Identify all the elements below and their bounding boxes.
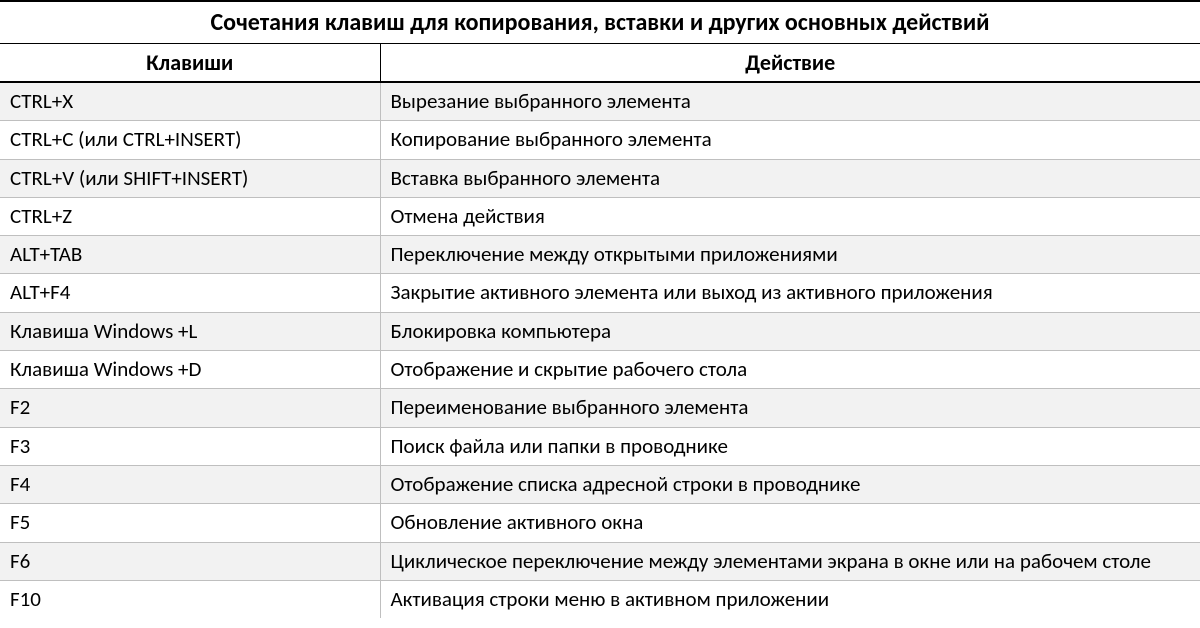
table-row: F2 Переименование выбранного элемента [0, 389, 1200, 427]
cell-action: Отмена действия [380, 197, 1200, 235]
cell-action: Отображение списка адресной строки в про… [380, 465, 1200, 503]
table-row: F6 Циклическое переключение между элемен… [0, 542, 1200, 580]
cell-action: Вставка выбранного элемента [380, 159, 1200, 197]
table-row: CTRL+X Вырезание выбранного элемента [0, 82, 1200, 121]
table-row: ALT+TAB Переключение между открытыми при… [0, 236, 1200, 274]
table-title: Сочетания клавиш для копирования, вставк… [0, 1, 1200, 44]
cell-keys: CTRL+C (или CTRL+INSERT) [0, 121, 380, 159]
cell-action: Отображение и скрытие рабочего стола [380, 351, 1200, 389]
table-row: Клавиша Windows +L Блокировка компьютера [0, 312, 1200, 350]
cell-keys: ALT+TAB [0, 236, 380, 274]
cell-keys: CTRL+Z [0, 197, 380, 235]
cell-action: Обновление активного окна [380, 504, 1200, 542]
cell-keys: F2 [0, 389, 380, 427]
cell-action: Поиск файла или папки в проводнике [380, 427, 1200, 465]
cell-action: Закрытие активного элемента или выход из… [380, 274, 1200, 312]
column-header-keys: Клавиши [0, 44, 380, 83]
table-row: ALT+F4 Закрытие активного элемента или в… [0, 274, 1200, 312]
cell-keys: F4 [0, 465, 380, 503]
table-row: CTRL+Z Отмена действия [0, 197, 1200, 235]
cell-action: Блокировка компьютера [380, 312, 1200, 350]
cell-action: Циклическое переключение между элементам… [380, 542, 1200, 580]
table-row: F5 Обновление активного окна [0, 504, 1200, 542]
cell-keys: F5 [0, 504, 380, 542]
cell-keys: F6 [0, 542, 380, 580]
cell-action: Переименование выбранного элемента [380, 389, 1200, 427]
table-row: F10 Активация строки меню в активном при… [0, 580, 1200, 618]
cell-action: Активация строки меню в активном приложе… [380, 580, 1200, 618]
table-title-row: Сочетания клавиш для копирования, вставк… [0, 1, 1200, 44]
cell-keys: Клавиша Windows +L [0, 312, 380, 350]
table-row: CTRL+V (или SHIFT+INSERT) Вставка выбран… [0, 159, 1200, 197]
cell-keys: CTRL+V (или SHIFT+INSERT) [0, 159, 380, 197]
cell-keys: F10 [0, 580, 380, 618]
table-row: F4 Отображение списка адресной строки в … [0, 465, 1200, 503]
cell-action: Переключение между открытыми приложениям… [380, 236, 1200, 274]
table-row: Клавиша Windows +D Отображение и скрытие… [0, 351, 1200, 389]
cell-action: Копирование выбранного элемента [380, 121, 1200, 159]
cell-action: Вырезание выбранного элемента [380, 82, 1200, 121]
table-header-row: Клавиши Действие [0, 44, 1200, 83]
cell-keys: CTRL+X [0, 82, 380, 121]
shortcuts-table: Сочетания клавиш для копирования, вставк… [0, 0, 1200, 618]
cell-keys: F3 [0, 427, 380, 465]
table-row: F3 Поиск файла или папки в проводнике [0, 427, 1200, 465]
table-row: CTRL+C (или CTRL+INSERT) Копирование выб… [0, 121, 1200, 159]
cell-keys: Клавиша Windows +D [0, 351, 380, 389]
cell-keys: ALT+F4 [0, 274, 380, 312]
column-header-action: Действие [380, 44, 1200, 83]
